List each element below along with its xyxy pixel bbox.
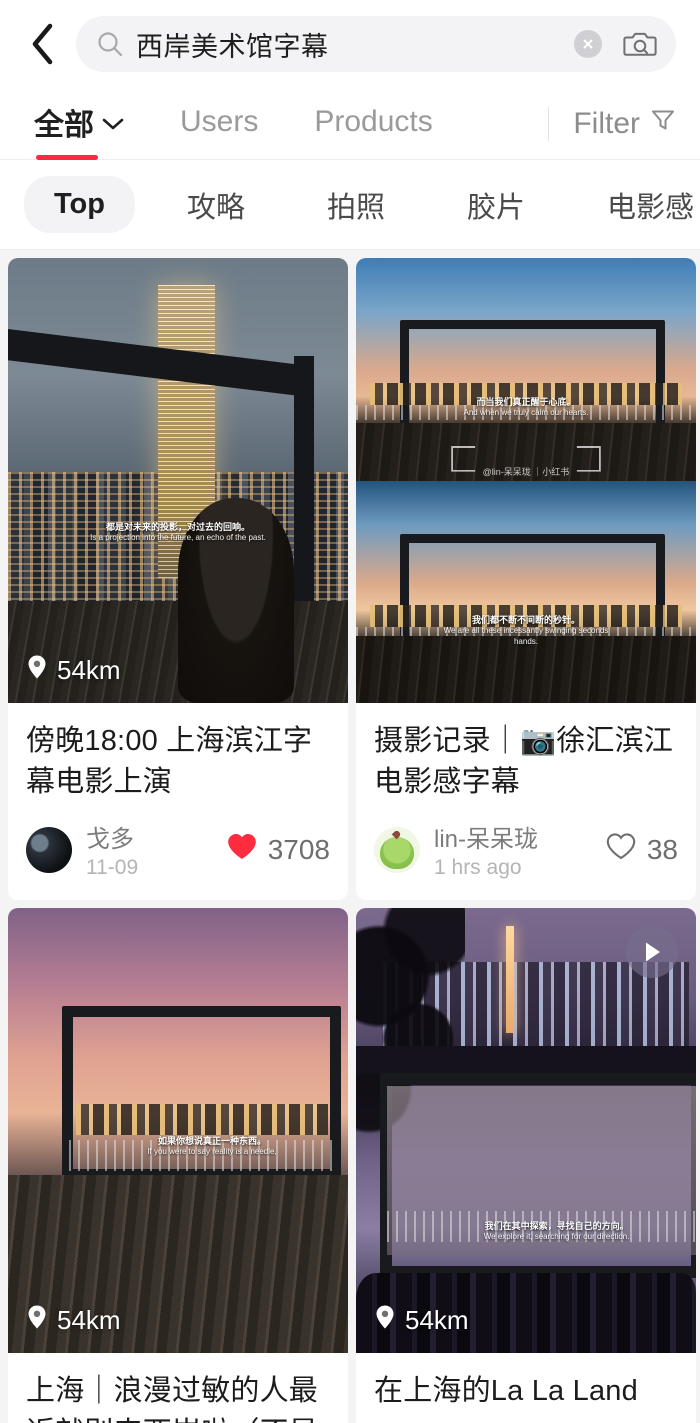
card-footer: lin-呆呆珑 1 hrs ago 38: [356, 803, 696, 900]
search-icon: [96, 30, 124, 58]
distance-badge: 54km: [374, 1304, 469, 1337]
search-query-text: 西岸美术馆字幕: [136, 31, 329, 62]
photo-sunset-frames: 而当我们真正醒于心底。 And when we truly calm our h…: [356, 258, 696, 703]
nav-divider: [548, 106, 550, 141]
card-title: 在上海的La La Land: [374, 1375, 638, 1408]
active-tab-underline: [36, 154, 98, 160]
image-watermark: @lin-呆呆珑 ｜小红书: [482, 467, 570, 478]
distance-label: 54km: [405, 1305, 469, 1336]
nav-item-label: Products: [314, 104, 433, 138]
chip-guide[interactable]: 攻略: [157, 172, 275, 238]
avatar[interactable]: [374, 826, 420, 873]
location-pin-icon: [374, 1304, 396, 1337]
distance-badge: 54km: [26, 654, 121, 687]
author-block[interactable]: 戈多 11-09: [86, 819, 138, 880]
card-title: 上海｜浪漫过敏的人最近就别来西岸啦（不是: [26, 1375, 319, 1423]
camera-search-icon[interactable]: [620, 24, 660, 64]
nav-item-label: Users: [180, 104, 259, 138]
photo-pink-sunset-frame: 如果你想说真正一种东西。 If you were to say reality …: [8, 908, 348, 1354]
nav-item-users[interactable]: Users: [180, 105, 258, 143]
like-button[interactable]: 3708: [226, 832, 330, 868]
location-pin-icon: [26, 1304, 48, 1337]
post-date: 1 hrs ago: [434, 856, 522, 880]
distance-label: 54km: [57, 655, 121, 685]
feed-card[interactable]: 如果你想说真正一种东西。 If you were to say reality …: [8, 908, 348, 1423]
card-title: 傍晚18:00 上海滨江字幕电影上演: [26, 725, 313, 799]
photo-dusk-skyline: [8, 258, 348, 703]
like-count: 38: [646, 833, 678, 865]
chip-photo[interactable]: 拍照: [297, 172, 415, 238]
filter-label: Filter: [573, 106, 640, 140]
clear-icon[interactable]: [574, 30, 602, 58]
chevron-left-icon: [32, 23, 53, 65]
avatar[interactable]: [26, 826, 72, 873]
chip-film[interactable]: 胶片: [437, 172, 555, 238]
play-icon[interactable]: [626, 926, 678, 979]
feed-card[interactable]: 我们在其中探索，寻找自己的方向。 We explore it, searchin…: [356, 908, 696, 1423]
card-image[interactable]: 如果你想说真正一种东西。 If you were to say reality …: [8, 908, 348, 1354]
like-button[interactable]: 38: [605, 832, 678, 868]
post-date: 11-09: [86, 856, 139, 880]
search-header: 西岸美术馆字幕: [0, 0, 700, 88]
results-feed: 都是对未来的投影，对过去的回响。 Is a projection into th…: [0, 250, 700, 1423]
nav-item-products[interactable]: Products: [314, 105, 432, 143]
feed-card[interactable]: 而当我们真正醒于心底。 And when we truly calm our h…: [356, 258, 696, 901]
distance-label: 54km: [57, 1305, 121, 1336]
author-block[interactable]: lin-呆呆珑 1 hrs ago: [434, 819, 538, 880]
chip-cinematic[interactable]: 电影感: [577, 172, 700, 238]
search-input[interactable]: 西岸美术馆字幕: [76, 16, 676, 72]
chip-top[interactable]: Top: [24, 176, 135, 233]
filter-button[interactable]: Filter: [573, 107, 676, 141]
image-subtitle: 都是对未来的投影，对过去的回响。 Is a projection into th…: [90, 521, 266, 542]
card-footer: elo 16.2k: [356, 1413, 696, 1423]
card-image[interactable]: 而当我们真正醒于心底。 And when we truly calm our h…: [356, 258, 696, 703]
card-title: 摄影记录｜📷徐汇滨江电影感字幕: [374, 725, 674, 799]
back-button[interactable]: [20, 22, 64, 66]
nav-item-all[interactable]: 全部: [34, 100, 124, 160]
heart-outline-icon: [605, 832, 637, 868]
chevron-down-icon: [102, 105, 124, 139]
distance-badge: 54km: [26, 1304, 121, 1337]
category-chip-bar[interactable]: Top 攻略 拍照 胶片 电影感 画框: [0, 160, 700, 250]
nav-item-label: 全部: [34, 108, 94, 142]
card-image[interactable]: 都是对未来的投影，对过去的回响。 Is a projection into th…: [8, 258, 348, 703]
feed-card[interactable]: 都是对未来的投影，对过去的回响。 Is a projection into th…: [8, 258, 348, 901]
card-footer: 戈多 11-09 3708: [8, 803, 348, 900]
filter-icon: [650, 107, 676, 141]
card-image[interactable]: 我们在其中探索，寻找自己的方向。 We explore it, searchin…: [356, 908, 696, 1354]
heart-filled-icon: [226, 832, 258, 868]
location-pin-icon: [26, 654, 48, 687]
primary-nav: 全部 Users Products Filter: [0, 88, 700, 160]
author-name: lin-呆呆珑: [434, 826, 539, 854]
search-results-screen: 西岸美术馆字幕 全部 Users Products Filter Top 攻略 …: [0, 0, 700, 1423]
nav-right-group: Filter: [548, 106, 676, 141]
like-count: 3708: [267, 833, 330, 865]
author-name: 戈多: [86, 826, 134, 854]
